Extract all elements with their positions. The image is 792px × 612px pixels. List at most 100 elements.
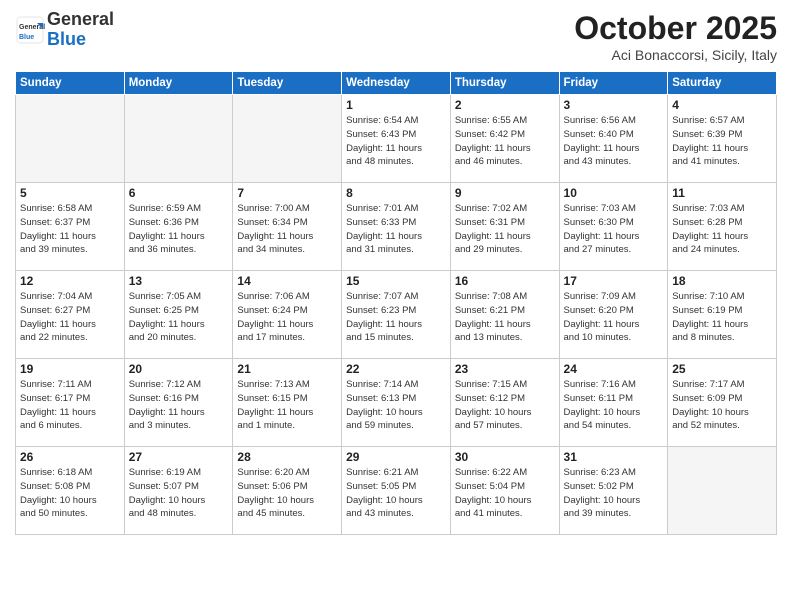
day-number: 28 bbox=[237, 450, 337, 464]
calendar-cell: 6 Sunrise: 6:59 AM Sunset: 6:36 PM Daylig… bbox=[124, 183, 233, 271]
calendar-cell: 24 Sunrise: 7:16 AM Sunset: 6:11 PM Dayli… bbox=[559, 359, 668, 447]
calendar-cell: 17 Sunrise: 7:09 AM Sunset: 6:20 PM Dayli… bbox=[559, 271, 668, 359]
day-info: Sunrise: 6:20 AM Sunset: 5:06 PM Dayligh… bbox=[237, 466, 337, 521]
calendar-cell: 5 Sunrise: 6:58 AM Sunset: 6:37 PM Daylig… bbox=[16, 183, 125, 271]
calendar-cell: 20Sunrise: 7:12 AM Sunset: 6:16 PM Dayli… bbox=[124, 359, 233, 447]
calendar-cell: 10Sunrise: 7:03 AM Sunset: 6:30 PM Dayli… bbox=[559, 183, 668, 271]
day-info: Sunrise: 7:06 AM Sunset: 6:24 PM Dayligh… bbox=[237, 290, 337, 345]
logo-icon: General Blue bbox=[15, 15, 45, 45]
day-number: 18 bbox=[672, 274, 772, 288]
day-number: 11 bbox=[672, 186, 772, 200]
day-number: 21 bbox=[237, 362, 337, 376]
day-info: Sunrise: 6:56 AM Sunset: 6:40 PM Dayligh… bbox=[564, 114, 664, 169]
calendar-week-4: 19 Sunrise: 7:11 AM Sunset: 6:17 PM Dayli… bbox=[16, 359, 777, 447]
day-info: Sunrise: 6:55 AM Sunset: 6:42 PM Dayligh… bbox=[455, 114, 555, 169]
day-info: Sunrise: 6:22 AM Sunset: 5:04 PM Dayligh… bbox=[455, 466, 555, 521]
page: General Blue General Blue October 2025 A… bbox=[0, 0, 792, 612]
day-number: 31 bbox=[564, 450, 664, 464]
calendar-week-3: 12 Sunrise: 7:04 AM Sunset: 6:27 PM Dayli… bbox=[16, 271, 777, 359]
calendar-table: Sunday Monday Tuesday Wednesday Thursday… bbox=[15, 71, 777, 535]
day-info: Sunrise: 7:05 AM Sunset: 6:25 PM Dayligh… bbox=[129, 290, 229, 345]
day-number: 25 bbox=[672, 362, 772, 376]
day-info: Sunrise: 7:13 AM Sunset: 6:15 PM Dayligh… bbox=[237, 378, 337, 433]
day-info: Sunrise: 7:04 AM Sunset: 6:27 PM Dayligh… bbox=[20, 290, 120, 345]
day-info: Sunrise: 7:17 AM Sunset: 6:09 PM Dayligh… bbox=[672, 378, 772, 433]
day-number: 19 bbox=[20, 362, 120, 376]
col-wednesday: Wednesday bbox=[342, 72, 451, 95]
day-number: 17 bbox=[564, 274, 664, 288]
day-number: 24 bbox=[564, 362, 664, 376]
title-block: October 2025 Aci Bonaccorsi, Sicily, Ita… bbox=[574, 10, 777, 63]
col-sunday: Sunday bbox=[16, 72, 125, 95]
calendar-cell: 3 Sunrise: 6:56 AM Sunset: 6:40 PM Daylig… bbox=[559, 95, 668, 183]
day-info: Sunrise: 6:23 AM Sunset: 5:02 PM Dayligh… bbox=[564, 466, 664, 521]
day-info: Sunrise: 6:18 AM Sunset: 5:08 PM Dayligh… bbox=[20, 466, 120, 521]
logo-blue-text: Blue bbox=[47, 30, 114, 50]
day-number: 3 bbox=[564, 98, 664, 112]
day-info: Sunrise: 6:57 AM Sunset: 6:39 PM Dayligh… bbox=[672, 114, 772, 169]
day-info: Sunrise: 7:14 AM Sunset: 6:13 PM Dayligh… bbox=[346, 378, 446, 433]
day-number: 12 bbox=[20, 274, 120, 288]
calendar-cell: 18 Sunrise: 7:10 AM Sunset: 6:19 PM Dayli… bbox=[668, 271, 777, 359]
day-info: Sunrise: 6:59 AM Sunset: 6:36 PM Dayligh… bbox=[129, 202, 229, 257]
calendar-cell: 8 Sunrise: 7:01 AM Sunset: 6:33 PM Daylig… bbox=[342, 183, 451, 271]
calendar-cell: 7 Sunrise: 7:00 AM Sunset: 6:34 PM Daylig… bbox=[233, 183, 342, 271]
col-monday: Monday bbox=[124, 72, 233, 95]
day-info: Sunrise: 6:54 AM Sunset: 6:43 PM Dayligh… bbox=[346, 114, 446, 169]
day-info: Sunrise: 7:01 AM Sunset: 6:33 PM Dayligh… bbox=[346, 202, 446, 257]
calendar-week-2: 5 Sunrise: 6:58 AM Sunset: 6:37 PM Daylig… bbox=[16, 183, 777, 271]
day-number: 30 bbox=[455, 450, 555, 464]
calendar-cell: 1 Sunrise: 6:54 AM Sunset: 6:43 PM Daylig… bbox=[342, 95, 451, 183]
col-saturday: Saturday bbox=[668, 72, 777, 95]
calendar-cell: 13 Sunrise: 7:05 AM Sunset: 6:25 PM Dayli… bbox=[124, 271, 233, 359]
calendar-cell: 28 Sunrise: 6:20 AM Sunset: 5:06 PM Dayli… bbox=[233, 447, 342, 535]
day-info: Sunrise: 7:09 AM Sunset: 6:20 PM Dayligh… bbox=[564, 290, 664, 345]
day-info: Sunrise: 7:00 AM Sunset: 6:34 PM Dayligh… bbox=[237, 202, 337, 257]
day-number: 6 bbox=[129, 186, 229, 200]
day-number: 8 bbox=[346, 186, 446, 200]
calendar-cell: 2 Sunrise: 6:55 AM Sunset: 6:42 PM Daylig… bbox=[450, 95, 559, 183]
logo: General Blue General Blue bbox=[15, 10, 114, 50]
day-info: Sunrise: 6:21 AM Sunset: 5:05 PM Dayligh… bbox=[346, 466, 446, 521]
day-number: 10 bbox=[564, 186, 664, 200]
day-info: Sunrise: 7:02 AM Sunset: 6:31 PM Dayligh… bbox=[455, 202, 555, 257]
svg-text:Blue: Blue bbox=[19, 34, 34, 41]
calendar-cell: 29 Sunrise: 6:21 AM Sunset: 5:05 PM Dayli… bbox=[342, 447, 451, 535]
day-number: 29 bbox=[346, 450, 446, 464]
day-number: 2 bbox=[455, 98, 555, 112]
day-number: 26 bbox=[20, 450, 120, 464]
day-number: 13 bbox=[129, 274, 229, 288]
day-info: Sunrise: 7:03 AM Sunset: 6:28 PM Dayligh… bbox=[672, 202, 772, 257]
calendar-cell: 11 Sunrise: 7:03 AM Sunset: 6:28 PM Dayli… bbox=[668, 183, 777, 271]
day-number: 23 bbox=[455, 362, 555, 376]
day-info: Sunrise: 7:15 AM Sunset: 6:12 PM Dayligh… bbox=[455, 378, 555, 433]
day-info: Sunrise: 6:58 AM Sunset: 6:37 PM Dayligh… bbox=[20, 202, 120, 257]
col-friday: Friday bbox=[559, 72, 668, 95]
calendar-cell: 9 Sunrise: 7:02 AM Sunset: 6:31 PM Daylig… bbox=[450, 183, 559, 271]
calendar-cell: 15Sunrise: 7:07 AM Sunset: 6:23 PM Dayli… bbox=[342, 271, 451, 359]
calendar-week-1: 1 Sunrise: 6:54 AM Sunset: 6:43 PM Daylig… bbox=[16, 95, 777, 183]
day-info: Sunrise: 6:19 AM Sunset: 5:07 PM Dayligh… bbox=[129, 466, 229, 521]
logo-general-text: General bbox=[47, 10, 114, 30]
day-number: 5 bbox=[20, 186, 120, 200]
calendar-week-5: 26 Sunrise: 6:18 AM Sunset: 5:08 PM Dayli… bbox=[16, 447, 777, 535]
header: General Blue General Blue October 2025 A… bbox=[15, 10, 777, 63]
calendar-cell: 21 Sunrise: 7:13 AM Sunset: 6:15 PM Dayli… bbox=[233, 359, 342, 447]
day-number: 14 bbox=[237, 274, 337, 288]
col-tuesday: Tuesday bbox=[233, 72, 342, 95]
calendar-cell: 12 Sunrise: 7:04 AM Sunset: 6:27 PM Dayli… bbox=[16, 271, 125, 359]
day-info: Sunrise: 7:10 AM Sunset: 6:19 PM Dayligh… bbox=[672, 290, 772, 345]
calendar-cell: 14 Sunrise: 7:06 AM Sunset: 6:24 PM Dayli… bbox=[233, 271, 342, 359]
day-number: 22 bbox=[346, 362, 446, 376]
calendar-cell: 26 Sunrise: 6:18 AM Sunset: 5:08 PM Dayli… bbox=[16, 447, 125, 535]
calendar-cell: 30 Sunrise: 6:22 AM Sunset: 5:04 PM Dayli… bbox=[450, 447, 559, 535]
day-number: 27 bbox=[129, 450, 229, 464]
day-number: 9 bbox=[455, 186, 555, 200]
calendar-cell: 16Sunrise: 7:08 AM Sunset: 6:21 PM Dayli… bbox=[450, 271, 559, 359]
day-info: Sunrise: 7:11 AM Sunset: 6:17 PM Dayligh… bbox=[20, 378, 120, 433]
col-thursday: Thursday bbox=[450, 72, 559, 95]
day-number: 7 bbox=[237, 186, 337, 200]
day-number: 1 bbox=[346, 98, 446, 112]
calendar-cell: 27 Sunrise: 6:19 AM Sunset: 5:07 PM Dayli… bbox=[124, 447, 233, 535]
day-info: Sunrise: 7:16 AM Sunset: 6:11 PM Dayligh… bbox=[564, 378, 664, 433]
